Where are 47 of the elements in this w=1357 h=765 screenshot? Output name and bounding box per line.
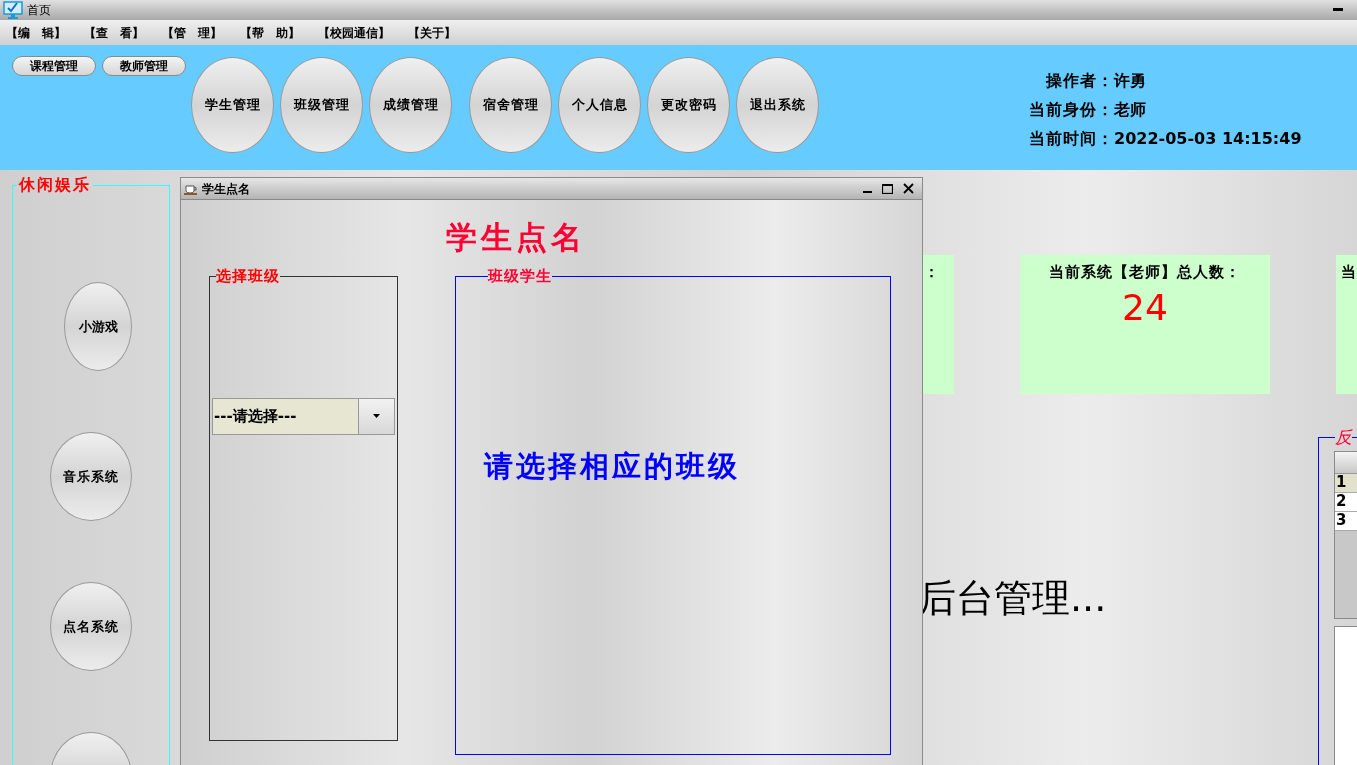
prompt-text: 请选择相应的班级 [484,448,740,483]
info-label: 当前身份： [1029,99,1114,121]
stat-label: 当 [1341,262,1357,283]
monitor-icon [3,0,23,20]
oval-button[interactable]: 退出系统 [736,57,819,153]
class-dropdown[interactable]: ---请选择--- [212,397,395,435]
info-label: 操作者： [1044,70,1114,92]
table-cell-text: 2 [1336,491,1347,513]
stat-value: 24 [1122,285,1168,330]
oval-button[interactable]: 学生管理 [191,57,274,153]
oval-button[interactable]: 个人信息 [558,57,641,153]
dialog-heading: 学生点名 [446,219,586,255]
group-title: 班级学生 [488,266,552,287]
oval-button[interactable]: 点名系统 [50,582,132,671]
stat-label: ： [924,262,940,283]
info-value: 老师 [1114,99,1147,121]
caret-icon [373,414,380,418]
close-icon[interactable] [903,183,914,194]
stat-label: 当前系统【老师】总人数： [1049,262,1241,283]
maximize-icon[interactable] [882,183,893,194]
menu-item[interactable]: 【管 理】 [162,23,222,42]
oval-button[interactable]: 音乐系统 [50,432,132,521]
pill-button[interactable]: 教师管理 [102,56,186,76]
cup-icon [184,182,198,195]
table-cell-text: 1 [1336,472,1347,494]
oval-button[interactable]: 小游戏 [64,282,132,371]
oval-button[interactable]: 更改密码 [647,57,730,153]
backdrop-text: 后台管理... [918,576,1107,620]
menu-item[interactable]: 【校园通信】 [318,23,390,42]
table-cell-text: 3 [1336,510,1347,532]
minimize-icon[interactable] [1333,8,1343,12]
group-title: 休闲娱乐 [17,174,92,196]
info-label: 当前时间： [1029,128,1114,150]
dialog-title: 学生点名 [202,180,250,198]
info-value: 许勇 [1114,70,1147,92]
menu-item[interactable]: 【关于】 [408,23,456,42]
menu-item[interactable]: 【查 看】 [84,23,144,42]
oval-button[interactable]: 宿舍管理 [469,57,552,153]
group-title: 选择班级 [216,266,280,287]
oval-button[interactable]: 班级管理 [280,57,363,153]
menu-item[interactable]: 【帮 助】 [240,23,300,42]
pill-button[interactable]: 课程管理 [12,56,96,76]
oval-button[interactable]: 成绩管理 [369,57,452,153]
menu-item[interactable]: 【编 辑】 [6,23,66,42]
group-title: 反 [1335,426,1352,449]
info-value: 2022-05-03 14:15:49 [1114,128,1302,150]
window-title: 首页 [27,2,51,19]
